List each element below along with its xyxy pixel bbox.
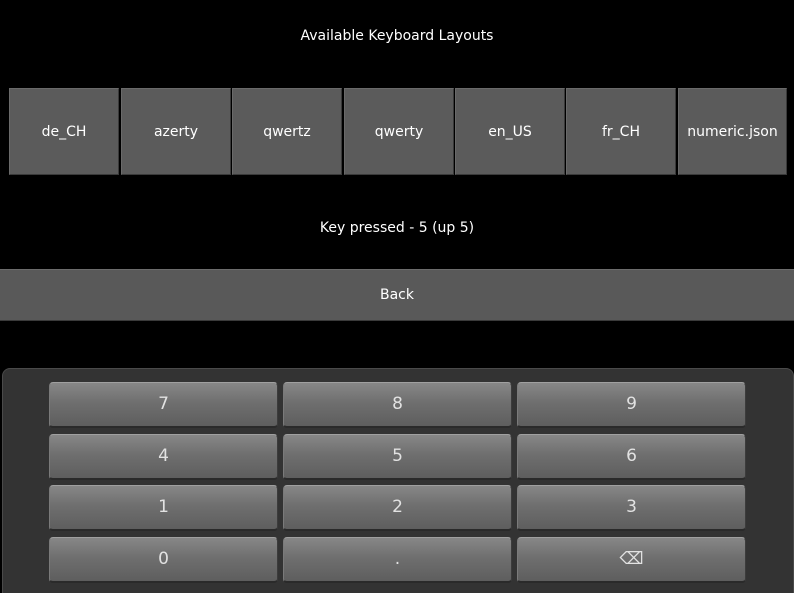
backspace-icon: ⌫ [619, 549, 644, 569]
key-3[interactable]: 3 [517, 485, 746, 531]
key-label: 8 [392, 394, 403, 414]
key-label: 3 [626, 497, 637, 517]
key-label: . [394, 549, 401, 569]
back-button[interactable]: Back [0, 269, 794, 321]
key-1[interactable]: 1 [49, 485, 278, 531]
key-decimal-point[interactable]: . [283, 537, 512, 583]
key-0[interactable]: 0 [49, 537, 278, 583]
key-label: 7 [158, 394, 169, 414]
key-9[interactable]: 9 [517, 382, 746, 428]
layout-button-fr-ch[interactable]: fr_CH [566, 88, 676, 175]
key-8[interactable]: 8 [283, 382, 512, 428]
numeric-keyboard: 7 8 9 4 5 6 1 2 3 0 . ⌫ [2, 368, 794, 593]
layout-button-numeric-json[interactable]: numeric.json [678, 88, 787, 175]
key-label: 0 [158, 549, 169, 569]
key-label: 4 [158, 446, 169, 466]
layout-button-row: de_CH azerty qwertz qwerty en_US fr_CH n… [9, 88, 787, 175]
layout-button-qwerty[interactable]: qwerty [344, 88, 454, 175]
layout-button-en-us[interactable]: en_US [455, 88, 565, 175]
key-7[interactable]: 7 [49, 382, 278, 428]
key-label: 5 [392, 446, 403, 466]
page-title: Available Keyboard Layouts [300, 28, 494, 44]
layout-button-azerty[interactable]: azerty [121, 88, 231, 175]
key-label: 2 [392, 497, 403, 517]
layout-button-qwertz[interactable]: qwertz [232, 88, 342, 175]
key-2[interactable]: 2 [283, 485, 512, 531]
key-4[interactable]: 4 [49, 434, 278, 480]
key-6[interactable]: 6 [517, 434, 746, 480]
layout-button-de-ch[interactable]: de_CH [9, 88, 119, 175]
app-window: Available Keyboard Layouts de_CH azerty … [0, 0, 794, 593]
key-label: 1 [158, 497, 169, 517]
key-label: 9 [626, 394, 637, 414]
key-label: 6 [626, 446, 637, 466]
key-5[interactable]: 5 [283, 434, 512, 480]
key-backspace[interactable]: ⌫ [517, 537, 746, 583]
key-pressed-status: Key pressed - 5 (up 5) [319, 220, 475, 236]
